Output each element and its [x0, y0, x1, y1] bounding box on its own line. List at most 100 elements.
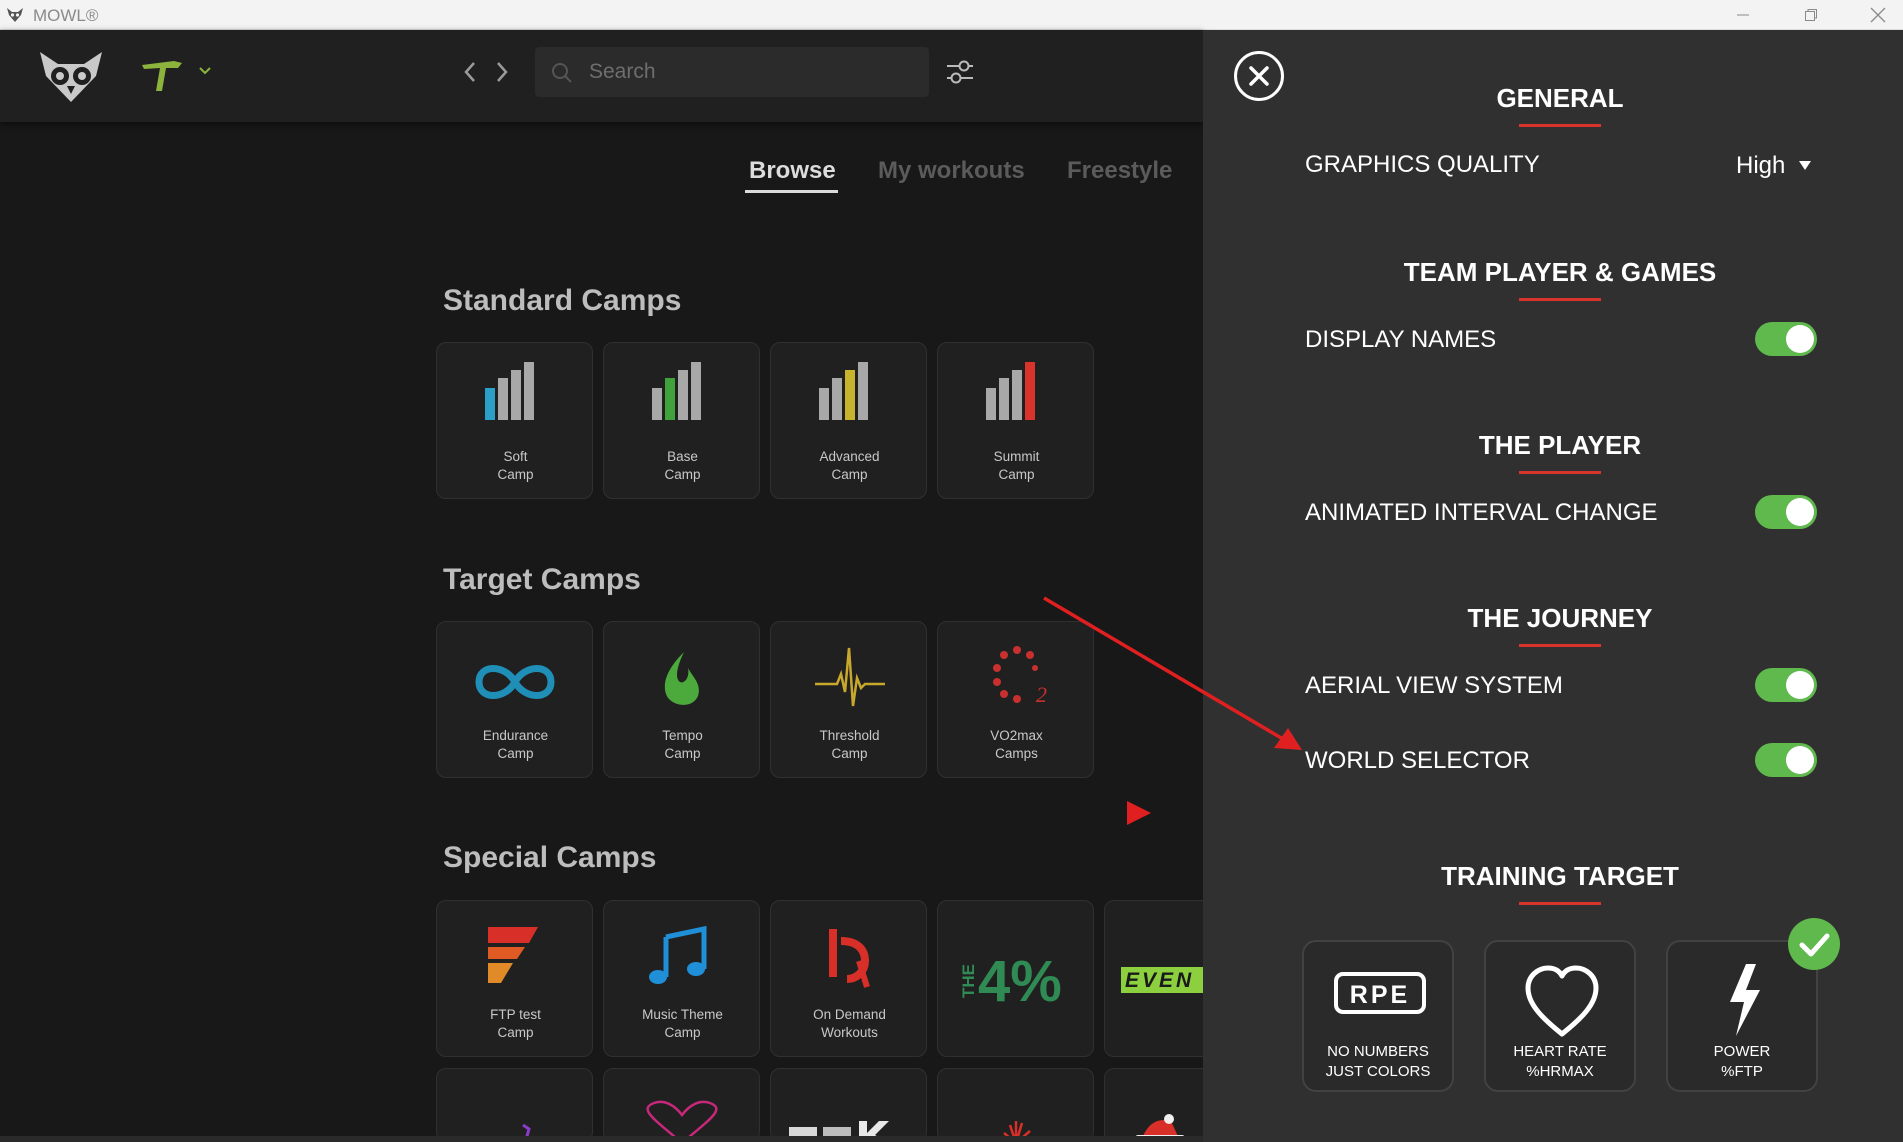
camp-card-on-demand[interactable]: On Demand Workouts [770, 900, 927, 1057]
camp-card-partial[interactable] [1104, 1068, 1203, 1142]
scroll-right-arrow-icon[interactable] [1125, 800, 1153, 826]
forward-arrow-icon[interactable] [490, 58, 514, 86]
display-names-toggle[interactable] [1755, 322, 1817, 356]
card-label: Camp [664, 467, 701, 482]
heart-outline-icon [1525, 965, 1599, 1037]
graphics-quality-select[interactable]: High [1736, 152, 1785, 180]
search-input[interactable] [589, 47, 909, 97]
toggle-knob [1786, 671, 1814, 699]
card-label: Soft [503, 449, 528, 464]
card-label: Threshold [819, 728, 880, 743]
camp-card-valentine[interactable] [603, 1068, 760, 1142]
minimize-button[interactable] [1718, 0, 1768, 30]
app-window: MOWL® Search Browse My workouts Freestyl… [0, 0, 1903, 1142]
training-option-heart-rate[interactable]: HEART RATE %HRMAX [1484, 940, 1636, 1092]
restore-icon [1805, 9, 1817, 21]
card-label: FTP test [490, 1007, 541, 1022]
card-label: Summit [993, 449, 1040, 464]
card-label: Advanced [819, 449, 880, 464]
camp-card-the-4-percent[interactable]: THE 4% [937, 900, 1094, 1057]
camp-card-summit[interactable]: Summit Camp [937, 342, 1094, 499]
camp-card-partial[interactable] [436, 1068, 593, 1142]
world-selector-label: WORLD SELECTOR [1305, 747, 1530, 774]
heading-underline [1519, 124, 1601, 127]
selected-check-icon [1788, 918, 1840, 970]
aerial-view-toggle[interactable] [1755, 668, 1817, 702]
heading-team-player-games: TEAM PLAYER & GAMES [1403, 257, 1717, 287]
rpe-icon: RPE [1334, 972, 1426, 1014]
card-logo-text: EVEN [1125, 969, 1194, 992]
heading-the-journey: THE JOURNEY [1467, 603, 1653, 633]
close-icon [1870, 7, 1886, 23]
card-label: Camp [497, 746, 534, 761]
heading-underline [1519, 298, 1601, 301]
training-option-rpe[interactable]: RPE NO NUMBERS JUST COLORS [1302, 940, 1454, 1092]
active-tab-underline [745, 190, 838, 193]
training-option-label: HEART RATE [1513, 1043, 1607, 1060]
toggle-knob [1786, 746, 1814, 774]
even-logo-icon: EVEN [1121, 967, 1204, 993]
camp-card-even[interactable]: EVEN [1104, 900, 1204, 1057]
lightning-bolt-icon [1730, 964, 1760, 1036]
card-label: On Demand [813, 1007, 886, 1022]
card-label: Camp [497, 1025, 534, 1040]
camp-card-partial[interactable] [937, 1068, 1094, 1142]
card-label: Camp [664, 746, 701, 761]
close-window-button[interactable] [1853, 0, 1903, 30]
card-logo-prefix: THE [959, 964, 978, 998]
partial-logo-icon [522, 1123, 531, 1142]
section-title-standard: Standard Camps [443, 284, 682, 317]
card-label: Camps [995, 746, 1038, 761]
world-selector-toggle[interactable] [1755, 743, 1817, 777]
svg-text:RPE: RPE [1350, 981, 1410, 1009]
heading-underline [1519, 471, 1601, 474]
dropdown-caret-icon[interactable] [1797, 157, 1813, 173]
tab-my-workouts[interactable]: My workouts [878, 157, 1025, 185]
owl-logo-icon[interactable] [38, 46, 104, 106]
back-arrow-icon[interactable] [458, 58, 482, 86]
camp-card-ftp-test[interactable]: FTP test Camp [436, 900, 593, 1057]
heading-underline [1519, 902, 1601, 905]
bike-trainer-icon[interactable] [138, 55, 186, 95]
tab-browse[interactable]: Browse [749, 157, 836, 185]
filter-sliders-icon[interactable] [943, 55, 977, 89]
search-box [535, 47, 929, 97]
bars-intensity-icon [652, 362, 701, 420]
camp-card-tempo[interactable]: Tempo Camp [603, 621, 760, 778]
ftp-flag-icon [488, 927, 538, 983]
card-label: Camp [664, 1025, 701, 1040]
infinity-icon [475, 665, 555, 699]
bars-intensity-icon [986, 362, 1035, 420]
card-label: Workouts [821, 1025, 878, 1040]
bottom-edge [0, 1136, 1203, 1142]
santa-hat-icon [1135, 1114, 1185, 1142]
tab-freestyle[interactable]: Freestyle [1067, 157, 1172, 185]
training-option-label: NO NUMBERS [1327, 1043, 1429, 1060]
window-title: MOWL® [33, 6, 99, 25]
camp-card-music-theme[interactable]: Music Theme Camp [603, 900, 760, 1057]
bars-intensity-icon [819, 362, 868, 420]
camp-card-soft[interactable]: Soft Camp [436, 342, 593, 499]
fireworks-icon [1003, 1121, 1031, 1142]
toggle-knob [1786, 498, 1814, 526]
card-label: Camp [998, 467, 1035, 482]
camp-card-partial[interactable] [770, 1068, 927, 1142]
section-title-special: Special Camps [443, 841, 657, 874]
search-icon [552, 63, 572, 83]
camp-card-vo2max[interactable]: 2 VO2max Camps [937, 621, 1094, 778]
restore-button[interactable] [1786, 0, 1836, 30]
camp-card-base[interactable]: Base Camp [603, 342, 760, 499]
training-option-label: %FTP [1721, 1063, 1763, 1080]
animated-interval-toggle[interactable] [1755, 495, 1817, 529]
the-4-percent-logo-icon: THE 4% [959, 949, 1062, 1014]
flame-icon [664, 652, 699, 705]
dots-circle-icon: 2 [993, 646, 1047, 707]
heading-general: GENERAL [1496, 83, 1624, 113]
chevron-down-icon[interactable] [197, 63, 213, 79]
animated-interval-label: ANIMATED INTERVAL CHANGE [1305, 499, 1658, 526]
camp-card-advanced[interactable]: Advanced Camp [770, 342, 927, 499]
camp-card-endurance[interactable]: Endurance Camp [436, 621, 593, 778]
training-option-label: %HRMAX [1526, 1063, 1594, 1080]
card-label: VO2max [990, 728, 1043, 743]
camp-card-threshold[interactable]: Threshold Camp [770, 621, 927, 778]
